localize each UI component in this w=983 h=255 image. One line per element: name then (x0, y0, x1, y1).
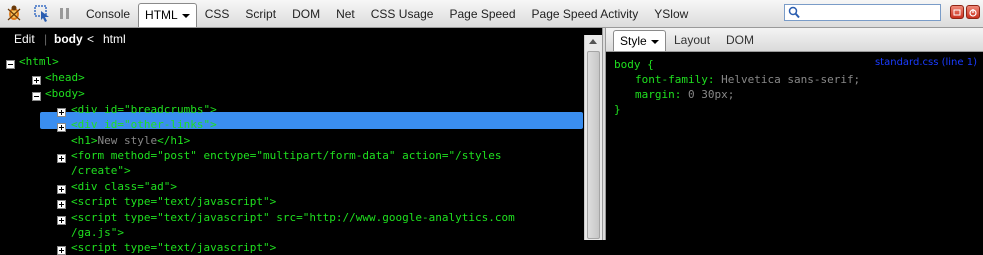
tree-node-script[interactable]: <script type="text/javascript"> (71, 194, 276, 209)
html-panel: Edit | body < html <html> <head> <body> … (0, 28, 602, 255)
tree-node-h1[interactable]: <h1>New style</h1> (71, 133, 190, 148)
breadcrumb-item-body[interactable]: body (54, 32, 83, 46)
tab-dom[interactable]: DOM (284, 3, 328, 25)
chevron-down-icon (181, 13, 190, 18)
css-rule: body { font-family: Helvetica sans-serif… (614, 57, 977, 117)
tab-page-speed[interactable]: Page Speed (441, 3, 523, 25)
search-box[interactable] (784, 4, 941, 21)
minimize-icon (953, 9, 961, 16)
tab-html[interactable]: HTML (138, 3, 197, 27)
expand-toggle[interactable] (57, 154, 66, 163)
tab-net[interactable]: Net (328, 3, 363, 25)
edit-button[interactable]: Edit (14, 32, 35, 46)
tree-node-body[interactable]: <body> (45, 86, 85, 101)
breadcrumb-divider: | (44, 32, 48, 46)
breadcrumb-item-html[interactable]: html (103, 32, 126, 46)
css-rule-close: } (614, 103, 621, 116)
tree-node-div-other-links[interactable]: <div id="other-links"> (71, 117, 217, 132)
close-button[interactable] (966, 5, 980, 19)
expand-toggle[interactable] (57, 246, 66, 255)
tab-css-usage[interactable]: CSS Usage (363, 3, 442, 25)
breadcrumb: Edit | body < html (0, 28, 602, 49)
expand-toggle[interactable] (57, 123, 66, 132)
tree-node-html[interactable]: <html> (19, 54, 59, 69)
scroll-up-icon[interactable] (589, 39, 597, 44)
scrollbar-thumb[interactable] (587, 51, 600, 239)
tree-node-div-ad[interactable]: <div class="ad"> (71, 179, 177, 194)
panel-tabs: Console HTML CSS Script DOM Net CSS Usag… (78, 3, 696, 27)
expand-toggle[interactable] (32, 76, 41, 85)
breadcrumb-separator: < (87, 32, 95, 46)
tab-dom-side[interactable]: DOM (726, 30, 754, 50)
collapse-toggle[interactable] (6, 60, 15, 69)
tab-css[interactable]: CSS (197, 3, 238, 25)
chevron-down-icon (650, 39, 659, 44)
tree-node-form[interactable]: <form method="post" enctype="multipart/f… (71, 148, 501, 163)
tab-layout[interactable]: Layout (674, 30, 710, 50)
tab-style[interactable]: Style (613, 30, 666, 51)
expand-toggle[interactable] (57, 200, 66, 209)
minimize-button[interactable] (950, 5, 964, 19)
vertical-scrollbar[interactable] (584, 35, 602, 240)
expand-toggle[interactable] (57, 216, 66, 225)
tab-style-label: Style (620, 34, 647, 48)
top-toolbar: Console HTML CSS Script DOM Net CSS Usag… (0, 0, 983, 28)
pause-icon[interactable] (58, 3, 78, 23)
tree-node-div-breadcrumbs[interactable]: <div id="breadcrumbs"> (71, 102, 217, 117)
tab-html-label: HTML (145, 8, 178, 22)
search-input[interactable] (803, 5, 938, 20)
tree-node-head[interactable]: <head> (45, 70, 85, 85)
css-declaration[interactable]: font-family: Helvetica sans-serif; (614, 72, 977, 87)
tree-node-script-ga-cont: /ga.js"> (71, 226, 124, 239)
side-panel-tabs: Style Layout DOM (606, 28, 983, 52)
tree-node-form-cont: /create"> (71, 164, 131, 177)
tab-yslow[interactable]: YSlow (646, 3, 696, 25)
expand-toggle[interactable] (57, 185, 66, 194)
collapse-toggle[interactable] (32, 92, 41, 101)
css-selector[interactable]: body { (614, 57, 977, 72)
search-icon (788, 6, 800, 24)
tree-node-script-2[interactable]: <script type="text/javascript"> (71, 240, 276, 255)
css-declaration[interactable]: margin: 0 30px; (614, 87, 977, 102)
tab-console[interactable]: Console (78, 3, 138, 25)
tab-page-speed-activity[interactable]: Page Speed Activity (524, 3, 647, 25)
tab-script[interactable]: Script (237, 3, 284, 25)
inspect-icon[interactable] (32, 3, 52, 23)
side-panel: Style Layout DOM standard.css (line 1) b… (606, 28, 983, 240)
close-icon (969, 9, 977, 17)
expand-toggle[interactable] (57, 108, 66, 117)
firebug-icon[interactable] (4, 3, 24, 23)
tree-node-script-ga[interactable]: <script type="text/javascript" src="http… (71, 210, 515, 225)
